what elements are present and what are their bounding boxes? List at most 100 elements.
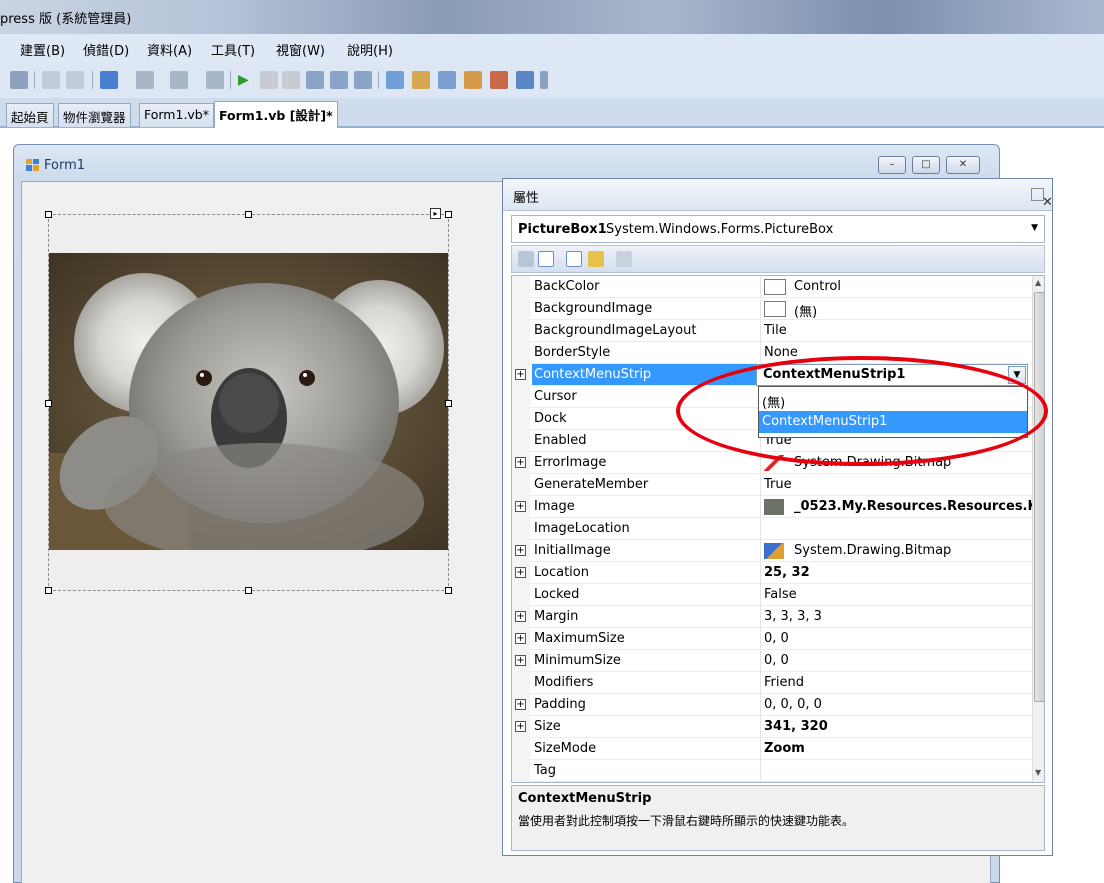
property-value[interactable]: 25, 32	[764, 565, 810, 580]
column-divider[interactable]	[760, 452, 761, 474]
column-divider[interactable]	[760, 320, 761, 342]
property-value[interactable]: _0523.My.Resources.Resources.Kc	[794, 499, 1044, 514]
menu-debug[interactable]: 偵錯(D)	[83, 40, 129, 59]
property-row[interactable]: + InitialImage System.Drawing.Bitmap	[512, 540, 1032, 562]
property-value[interactable]: (無)	[794, 301, 817, 320]
menu-build[interactable]: 建置(B)	[20, 40, 65, 59]
chevron-down-icon[interactable]: ▼	[1008, 366, 1026, 384]
expand-icon[interactable]: +	[515, 501, 526, 512]
column-divider[interactable]	[760, 628, 761, 650]
scroll-thumb[interactable]	[1034, 292, 1044, 702]
expand-icon[interactable]: +	[515, 655, 526, 666]
property-value[interactable]: 3, 3, 3, 3	[764, 609, 822, 624]
property-row[interactable]: + Image _0523.My.Resources.Resources.Kc	[512, 496, 1044, 518]
column-divider[interactable]	[760, 650, 761, 672]
expand-icon[interactable]: +	[515, 567, 526, 578]
property-row[interactable]: + ErrorImage System.Drawing.Bitmap	[512, 452, 1032, 474]
property-row[interactable]: GenerateMember True	[512, 474, 1032, 496]
dropdown-option-none[interactable]: (無)	[759, 389, 1027, 411]
column-divider[interactable]	[760, 298, 761, 320]
toolbar-overflow-icon[interactable]	[540, 71, 548, 89]
undo-icon[interactable]	[100, 71, 118, 89]
expand-icon[interactable]: +	[515, 611, 526, 622]
column-divider[interactable]	[760, 518, 761, 540]
column-divider[interactable]	[760, 562, 761, 584]
column-divider[interactable]	[760, 540, 761, 562]
property-value[interactable]: True	[764, 477, 792, 492]
property-row[interactable]: BorderStyle None	[512, 342, 1032, 364]
column-divider[interactable]	[760, 342, 761, 364]
outdent-icon[interactable]	[66, 71, 84, 89]
property-row[interactable]: + MaximumSize 0, 0	[512, 628, 1032, 650]
toolbar-icon[interactable]	[10, 71, 28, 89]
solution-explorer-icon[interactable]	[412, 71, 430, 89]
property-value[interactable]: 0, 0	[764, 653, 789, 668]
property-row[interactable]: BackColor Control	[512, 276, 1032, 298]
property-value[interactable]: System.Drawing.Bitmap	[794, 543, 951, 558]
property-row[interactable]: SizeMode Zoom	[512, 738, 1032, 760]
start-page-icon[interactable]	[516, 71, 534, 89]
property-row[interactable]: BackgroundImage (無)	[512, 298, 1032, 320]
property-row[interactable]: BackgroundImageLayout Tile	[512, 320, 1032, 342]
step-out-icon[interactable]	[354, 71, 372, 89]
toolbox-icon[interactable]	[490, 71, 508, 89]
find-icon[interactable]	[386, 71, 404, 89]
column-divider[interactable]	[760, 584, 761, 606]
resize-handle[interactable]	[245, 211, 252, 218]
property-row[interactable]: Tag	[512, 760, 1032, 782]
object-selector[interactable]: PictureBox1 System.Windows.Forms.Picture…	[511, 215, 1045, 243]
dropdown-option-contextmenustrip1[interactable]: ContextMenuStrip1	[759, 411, 1027, 433]
object-browser-icon[interactable]	[464, 71, 482, 89]
property-value[interactable]: 0, 0	[764, 631, 789, 646]
resize-handle[interactable]	[445, 211, 452, 218]
smart-tag-icon[interactable]: ▸	[430, 208, 441, 219]
step-into-icon[interactable]	[306, 71, 324, 89]
alphabetical-icon[interactable]	[538, 251, 554, 267]
property-value[interactable]: Friend	[764, 675, 804, 690]
property-value[interactable]: 0, 0, 0, 0	[764, 697, 822, 712]
expand-icon[interactable]: +	[515, 721, 526, 732]
scroll-down-icon[interactable]: ▼	[1035, 768, 1041, 777]
picturebox1[interactable]	[45, 211, 452, 594]
tab-form1-design[interactable]: Form1.vb [設計]*	[214, 101, 338, 128]
expand-icon[interactable]: +	[515, 633, 526, 644]
tab-form1-code[interactable]: Form1.vb*	[139, 103, 214, 127]
events-icon[interactable]	[588, 251, 604, 267]
tab-object-browser[interactable]: 物件瀏覽器	[58, 103, 131, 127]
properties-icon[interactable]	[438, 71, 456, 89]
property-value[interactable]: None	[764, 345, 798, 360]
column-divider[interactable]	[760, 738, 761, 760]
context-menu-strip-dropdown[interactable]: ContextMenuStrip1 ▼	[756, 364, 1028, 386]
navigate-icon[interactable]	[170, 71, 188, 89]
property-row[interactable]: + Location 25, 32	[512, 562, 1032, 584]
property-row[interactable]: + MinimumSize 0, 0	[512, 650, 1032, 672]
property-value[interactable]: Zoom	[764, 741, 805, 756]
categorized-icon[interactable]	[518, 251, 534, 267]
properties-close-button[interactable]: ✕	[1031, 188, 1053, 209]
resize-handle[interactable]	[245, 587, 252, 594]
stop-icon[interactable]	[282, 71, 300, 89]
indent-icon[interactable]	[42, 71, 60, 89]
pause-icon[interactable]	[260, 71, 278, 89]
expand-icon[interactable]: +	[515, 457, 526, 468]
column-divider[interactable]	[760, 672, 761, 694]
column-divider[interactable]	[760, 716, 761, 738]
tab-start-page[interactable]: 起始頁	[6, 103, 54, 127]
column-divider[interactable]	[760, 276, 761, 298]
scroll-up-icon[interactable]: ▲	[1035, 278, 1041, 287]
expand-icon[interactable]: +	[515, 699, 526, 710]
menu-tools[interactable]: 工具(T)	[211, 40, 255, 59]
column-divider[interactable]	[760, 606, 761, 628]
menu-window[interactable]: 視窗(W)	[276, 40, 325, 59]
property-row[interactable]: ImageLocation	[512, 518, 1032, 540]
resize-handle[interactable]	[45, 587, 52, 594]
menu-data[interactable]: 資料(A)	[147, 40, 192, 59]
property-row[interactable]: Locked False	[512, 584, 1032, 606]
properties-view-icon[interactable]	[566, 251, 582, 267]
resize-handle[interactable]	[45, 211, 52, 218]
property-grid[interactable]: Tag SizeMode Zoom + Size 341, 320 + Padding 0, 0…	[511, 275, 1045, 783]
maximize-button[interactable]: □	[912, 156, 940, 174]
property-row[interactable]: + Size 341, 320	[512, 716, 1032, 738]
redo-icon[interactable]	[136, 71, 154, 89]
property-row[interactable]: Modifiers Friend	[512, 672, 1032, 694]
